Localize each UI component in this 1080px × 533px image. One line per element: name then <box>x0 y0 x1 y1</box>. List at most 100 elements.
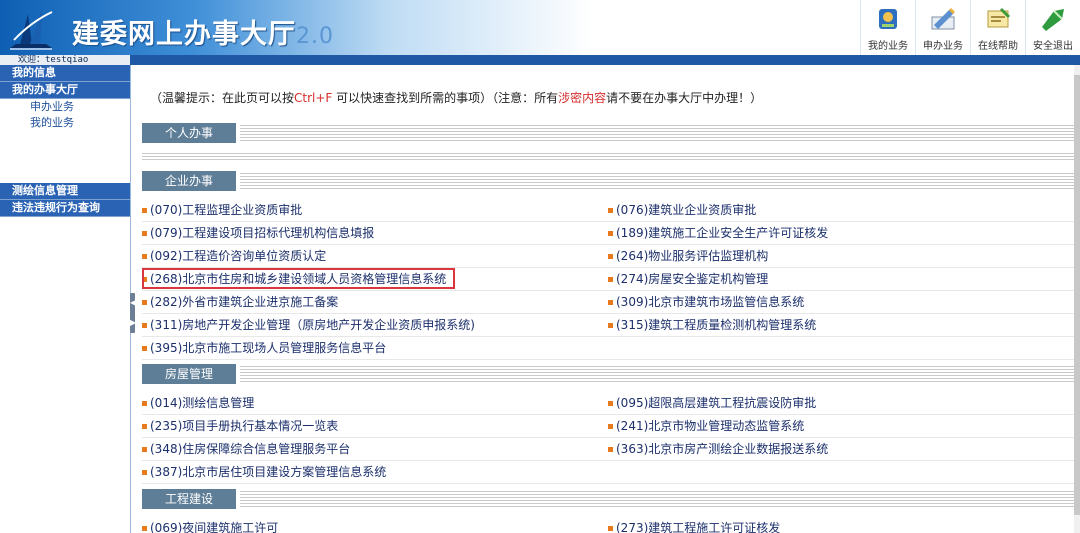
scrollbar[interactable] <box>1074 65 1080 533</box>
sidebar-collapse-handle[interactable]: ◀ ▶ <box>130 293 137 333</box>
bullet-icon <box>142 207 147 213</box>
section-divider <box>240 173 1074 189</box>
service-link-label: (079)工程建设项目招标代理机构信息填报 <box>150 226 375 240</box>
section-construction: 工程建设 <box>142 489 1074 509</box>
bullet-icon <box>608 276 613 282</box>
nav-online-help[interactable]: 在线帮助 <box>970 0 1025 55</box>
service-link-label: (309)北京市建筑市场监管信息系统 <box>616 295 805 309</box>
sidebar: 我的信息 我的办事大厅 申办业务 我的业务 测绘信息管理 违法违规行为查询 <box>0 65 131 533</box>
list-row: (311)房地产开发企业管理（原房地产开发企业资质申报系统) (315)建筑工程质… <box>142 315 1074 337</box>
service-link-label: (363)北京市房产测绘企业数据报送系统 <box>616 442 829 456</box>
service-link-label: (076)建筑业企业资质审批 <box>616 203 757 217</box>
apply-business-icon <box>931 7 956 30</box>
service-link-label: (274)房屋安全鉴定机构管理 <box>616 272 769 286</box>
list-row: (387)北京市居住项目建设方案管理信息系统 <box>142 462 1074 484</box>
sidebar-item-my-info[interactable]: 我的信息 <box>0 65 130 82</box>
logo-icon <box>10 8 53 50</box>
section-divider <box>240 366 1074 382</box>
service-link[interactable]: (282)外省市建筑企业进京施工备案 <box>142 292 608 314</box>
service-link[interactable]: (309)北京市建筑市场监管信息系统 <box>608 292 1074 314</box>
bullet-icon <box>142 322 147 328</box>
service-link-label: (273)建筑工程施工许可证核发 <box>616 521 781 533</box>
service-link-label: (311)房地产开发企业管理（原房地产开发企业资质申报系统) <box>150 318 475 332</box>
nav-apply-business-label: 申办业务 <box>923 41 963 52</box>
bullet-icon <box>142 230 147 236</box>
list-row: (235)项目手册执行基本情况一览表 (241)北京市物业管理动态监管系统 <box>142 416 1074 438</box>
service-link[interactable]: (095)超限高层建筑工程抗震设防审批 <box>608 393 1074 415</box>
service-link[interactable]: (069)夜间建筑施工许可 <box>142 518 608 533</box>
bullet-icon <box>142 525 147 531</box>
sidebar-item-my-hall[interactable]: 我的办事大厅 <box>0 82 130 99</box>
service-link-label: (095)超限高层建筑工程抗震设防审批 <box>616 396 817 410</box>
nav-apply-business[interactable]: 申办业务 <box>915 0 970 55</box>
top-nav: 我的业务 申办业务 在线帮助 安全退出 <box>860 0 1080 55</box>
service-link-label: (235)项目手册执行基本情况一览表 <box>150 419 339 433</box>
empty-cell <box>608 462 1074 484</box>
chevron-right-icon: ▶ <box>130 318 137 327</box>
bullet-icon <box>608 253 613 259</box>
list-row: (092)工程造价咨询单位资质认定 (264)物业服务评估监理机构 <box>142 246 1074 268</box>
nav-logout-label: 安全退出 <box>1033 41 1073 52</box>
hint-part1: （温馨提示：在此页可以按 <box>150 91 295 105</box>
hint-part2: 可以快速查找到所需的事项）（注意：所有 <box>332 91 559 105</box>
scrollbar-thumb[interactable] <box>1074 75 1080 515</box>
sidebar-item-apply-business[interactable]: 申办业务 <box>0 99 130 115</box>
service-link[interactable]: (348)住房保障综合信息管理服务平台 <box>142 439 608 461</box>
service-link[interactable]: (241)北京市物业管理动态监管系统 <box>608 416 1074 438</box>
bullet-icon <box>142 253 147 259</box>
service-link-label: (069)夜间建筑施工许可 <box>150 521 279 533</box>
service-link[interactable]: (079)工程建设项目招标代理机构信息填报 <box>142 223 608 245</box>
service-link[interactable]: (273)建筑工程施工许可证核发 <box>608 518 1074 533</box>
service-link[interactable]: (235)项目手册执行基本情况一览表 <box>142 416 608 438</box>
service-link[interactable]: (363)北京市房产测绘企业数据报送系统 <box>608 439 1074 461</box>
main-content: （温馨提示：在此页可以按Ctrl+F 可以快速查找到所需的事项）（注意：所有涉密… <box>136 65 1074 533</box>
service-link-label: (315)建筑工程质量检测机构管理系统 <box>616 318 817 332</box>
service-link[interactable]: (092)工程造价咨询单位资质认定 <box>142 246 608 268</box>
header-banner: 建委网上办事大厅2.0 我的业务 申办业务 在线帮助 安全退出 <box>0 0 1080 55</box>
service-link-label: (014)测绘信息管理 <box>150 396 255 410</box>
nav-my-business[interactable]: 我的业务 <box>860 0 915 55</box>
service-link[interactable]: (311)房地产开发企业管理（原房地产开发企业资质申报系统) <box>142 315 608 337</box>
service-link[interactable]: (189)建筑施工企业安全生产许可证核发 <box>608 223 1074 245</box>
app-version: 2.0 <box>296 24 334 49</box>
service-link[interactable]: (268)北京市住房和城乡建设领域人员资格管理信息系统 <box>142 269 608 291</box>
service-link[interactable]: (387)北京市居住项目建设方案管理信息系统 <box>142 462 608 484</box>
service-link-label: (387)北京市居住项目建设方案管理信息系统 <box>150 465 387 479</box>
nav-online-help-label: 在线帮助 <box>978 41 1018 52</box>
bullet-icon <box>142 469 147 475</box>
service-link-label: (282)外省市建筑企业进京施工备案 <box>150 295 339 309</box>
nav-logout[interactable]: 安全退出 <box>1025 0 1080 55</box>
service-link[interactable]: (264)物业服务评估监理机构 <box>608 246 1074 268</box>
service-link[interactable]: (014)测绘信息管理 <box>142 393 608 415</box>
bullet-icon <box>608 400 613 406</box>
bullet-icon <box>608 423 613 429</box>
logout-icon <box>1042 9 1064 31</box>
sidebar-item-violation-query[interactable]: 违法违规行为查询 <box>0 200 130 217</box>
sidebar-item-survey-management[interactable]: 测绘信息管理 <box>0 183 130 200</box>
online-help-icon <box>987 7 1011 28</box>
service-link[interactable]: (076)建筑业企业资质审批 <box>608 200 1074 222</box>
app-title-text: 建委网上办事大厅 <box>72 19 296 50</box>
bullet-icon <box>608 525 613 531</box>
service-link-label: (241)北京市物业管理动态监管系统 <box>616 419 805 433</box>
service-link-label: (189)建筑施工企业安全生产许可证核发 <box>616 226 829 240</box>
list-row: (079)工程建设项目招标代理机构信息填报 (189)建筑施工企业安全生产许可证核… <box>142 223 1074 245</box>
service-link[interactable]: (315)建筑工程质量检测机构管理系统 <box>608 315 1074 337</box>
service-link-label: (092)工程造价咨询单位资质认定 <box>150 249 327 263</box>
sidebar-item-my-business[interactable]: 我的业务 <box>0 115 130 131</box>
service-link-label: (395)北京市施工现场人员管理服务信息平台 <box>150 341 387 355</box>
service-link[interactable]: (274)房屋安全鉴定机构管理 <box>608 269 1074 291</box>
list-row: (070)工程监理企业资质审批 (076)建筑业企业资质审批 <box>142 200 1074 222</box>
service-link-label: (348)住房保障综合信息管理服务平台 <box>150 442 351 456</box>
service-link[interactable]: (395)北京市施工现场人员管理服务信息平台 <box>142 338 608 360</box>
section-personal-title: 个人办事 <box>142 123 236 143</box>
hint-text: （温馨提示：在此页可以按Ctrl+F 可以快速查找到所需的事项）（注意：所有涉密… <box>150 89 762 106</box>
hint-shortcut: Ctrl+F <box>294 91 333 105</box>
app-title: 建委网上办事大厅2.0 <box>72 12 334 51</box>
my-business-icon <box>879 9 897 29</box>
section-enterprise-title: 企业办事 <box>142 171 236 191</box>
list-row: (348)住房保障综合信息管理服务平台 (363)北京市房产测绘企业数据报送系统 <box>142 439 1074 461</box>
nav-my-business-label: 我的业务 <box>868 41 908 52</box>
service-link[interactable]: (070)工程监理企业资质审批 <box>142 200 608 222</box>
